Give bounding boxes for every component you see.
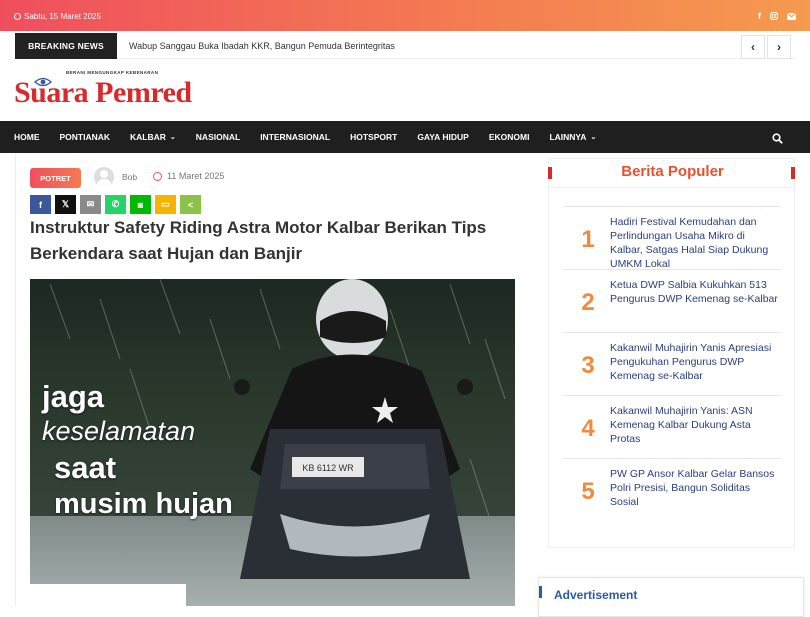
nav-item-label: KALBAR (130, 132, 166, 142)
nav-item-label: GAYA HIDUP (417, 132, 469, 142)
share-icon[interactable]: < (180, 195, 201, 214)
breaking-next-button[interactable]: › (767, 35, 791, 59)
popular-news-item[interactable]: 4 Kakanwil Muhajirin Yanis: ASN Kemenag K… (563, 395, 781, 458)
popular-rank-number: 5 (581, 478, 595, 505)
author-name: Bob (122, 172, 138, 182)
popular-news-title[interactable]: Ketua DWP Salbia Kukuhkan 513 Pengurus D… (610, 278, 778, 306)
chevron-down-icon: ⌄ (169, 134, 176, 141)
email-icon[interactable]: ✉ (80, 195, 101, 214)
site-logo[interactable]: BERANI MENGUNGKAP KEBENARAN Suara Pemred (14, 70, 224, 114)
email-icon[interactable] (787, 11, 796, 21)
nav-item-label: EKONOMI (488, 132, 530, 142)
article-author[interactable]: Bob (94, 167, 137, 187)
image-text-line4: musim hujan (54, 488, 233, 520)
nav-item-label: HOTSPORT (350, 132, 398, 142)
site-tagline: BERANI MENGUNGKAP KEBENARAN (66, 70, 159, 75)
nav-item-kalbar[interactable]: KALBAR ⌄ (130, 132, 176, 142)
chevron-down-icon: ⌄ (590, 134, 597, 141)
nav-item-pontianak[interactable]: PONTIANAK (60, 132, 111, 142)
search-icon[interactable] (772, 131, 783, 149)
article-title: Instruktur Safety Riding Astra Motor Kal… (30, 218, 487, 263)
nav-item-hotsport[interactable]: HOTSPORT (350, 132, 397, 142)
popular-news-title[interactable]: Kakanwil Muhajirin Yanis: ASN Kemenag Ka… (610, 404, 778, 446)
heading-accent (539, 586, 542, 598)
top-bar: Sabtu, 15 Maret 2025 f (0, 0, 810, 31)
breaking-news-bar: BREAKING NEWS Wabup Sanggau Buka Ibadah … (15, 33, 795, 59)
nav-item-home[interactable]: HOME (14, 132, 40, 142)
nav-item-label: HOME (14, 132, 40, 142)
popular-news-item[interactable]: 1 Hadiri Festival Kemudahan dan Perlindun… (563, 206, 781, 271)
breaking-news-headline[interactable]: Wabup Sanggau Buka Ibadah KKR, Bangun Pe… (129, 41, 395, 51)
publish-date-text: 11 Maret 2025 (167, 171, 225, 181)
whatsapp-icon[interactable]: ✆ (105, 195, 126, 214)
popular-news-title[interactable]: Hadiri Festival Kemudahan dan Perlindung… (610, 215, 778, 271)
article: POTRET Bob 11 Maret 2025 f 𝕏 ✉ ✆ ◙ ▭ < Instruk… (15, 153, 530, 606)
breaking-news-label: BREAKING NEWS (15, 33, 117, 59)
popular-rank-number: 1 (581, 226, 595, 253)
license-plate-text: KB 6112 WR (302, 463, 354, 473)
popular-news-item[interactable]: 3 Kakanwil Muhajirin Yanis Apresiasi Peng… (563, 332, 781, 395)
x-icon[interactable]: 𝕏 (55, 195, 76, 214)
instagram-icon[interactable] (770, 11, 778, 21)
social-links: f (758, 11, 796, 21)
divider (549, 187, 794, 188)
share-buttons: f 𝕏 ✉ ✆ ◙ ▭ < (30, 195, 201, 214)
image-text-line2: keselamatan (42, 416, 196, 446)
publish-date: 11 Maret 2025 (153, 171, 224, 181)
nav-item-label: PONTIANAK (59, 132, 111, 142)
article-featured-image: KB 6112 WR jaga keselamatan saat musim h… (30, 279, 515, 606)
category-badge[interactable]: POTRET (30, 168, 81, 188)
breaking-prev-button[interactable]: ‹ (741, 35, 765, 59)
current-date: Sabtu, 15 Maret 2025 (14, 12, 101, 21)
sms-icon[interactable]: ▭ (155, 195, 176, 214)
author-avatar (94, 167, 114, 187)
popular-news-item[interactable]: 2 Ketua DWP Salbia Kukuhkan 513 Pengurus … (563, 269, 781, 332)
nav-item-nasional[interactable]: NASIONAL (196, 132, 240, 142)
advertisement-widget: Advertisement (538, 577, 804, 617)
image-text-line1: jaga (42, 379, 105, 414)
clock-icon (153, 171, 162, 181)
nav-item-lainnya[interactable]: LAINNYA ⌄ (549, 132, 596, 142)
facebook-icon[interactable]: f (758, 11, 761, 21)
popular-news-item[interactable]: 5 PW GP Ansor Kalbar Gelar Bansos Polri P… (563, 458, 781, 521)
nav-item-label: NASIONAL (195, 132, 241, 142)
main-navigation: HOME PONTIANAK KALBAR ⌄ NASIONAL INTERNASIONA… (0, 121, 810, 153)
image-text-line3: saat (54, 450, 117, 485)
site-name: Suara Pemred (14, 76, 192, 109)
popular-news-title[interactable]: Kakanwil Muhajirin Yanis Apresiasi Pengu… (610, 341, 778, 383)
popular-rank-number: 4 (581, 415, 595, 442)
current-date-text: Sabtu, 15 Maret 2025 (24, 12, 101, 21)
nav-item-ekonomi[interactable]: EKONOMI (489, 132, 530, 142)
popular-news-widget: Berita Populer 1 Hadiri Festival Kemudaha… (548, 158, 795, 548)
facebook-icon[interactable]: f (30, 195, 51, 214)
line-icon[interactable]: ◙ (130, 195, 151, 214)
advertisement-label: Advertisement (554, 588, 638, 602)
nav-item-gaya-hidup[interactable]: GAYA HIDUP (417, 132, 469, 142)
popular-rank-number: 3 (581, 352, 595, 379)
image-caption-placeholder (30, 584, 186, 606)
nav-item-label: LAINNYA (549, 132, 587, 142)
nav-item-label: INTERNASIONAL (260, 132, 331, 142)
popular-rank-number: 2 (581, 289, 595, 316)
nav-item-internasional[interactable]: INTERNASIONAL (260, 132, 330, 142)
clock-icon (14, 13, 21, 20)
popular-news-title[interactable]: PW GP Ansor Kalbar Gelar Bansos Polri Pr… (610, 467, 778, 509)
popular-news-heading: Berita Populer (621, 163, 724, 180)
